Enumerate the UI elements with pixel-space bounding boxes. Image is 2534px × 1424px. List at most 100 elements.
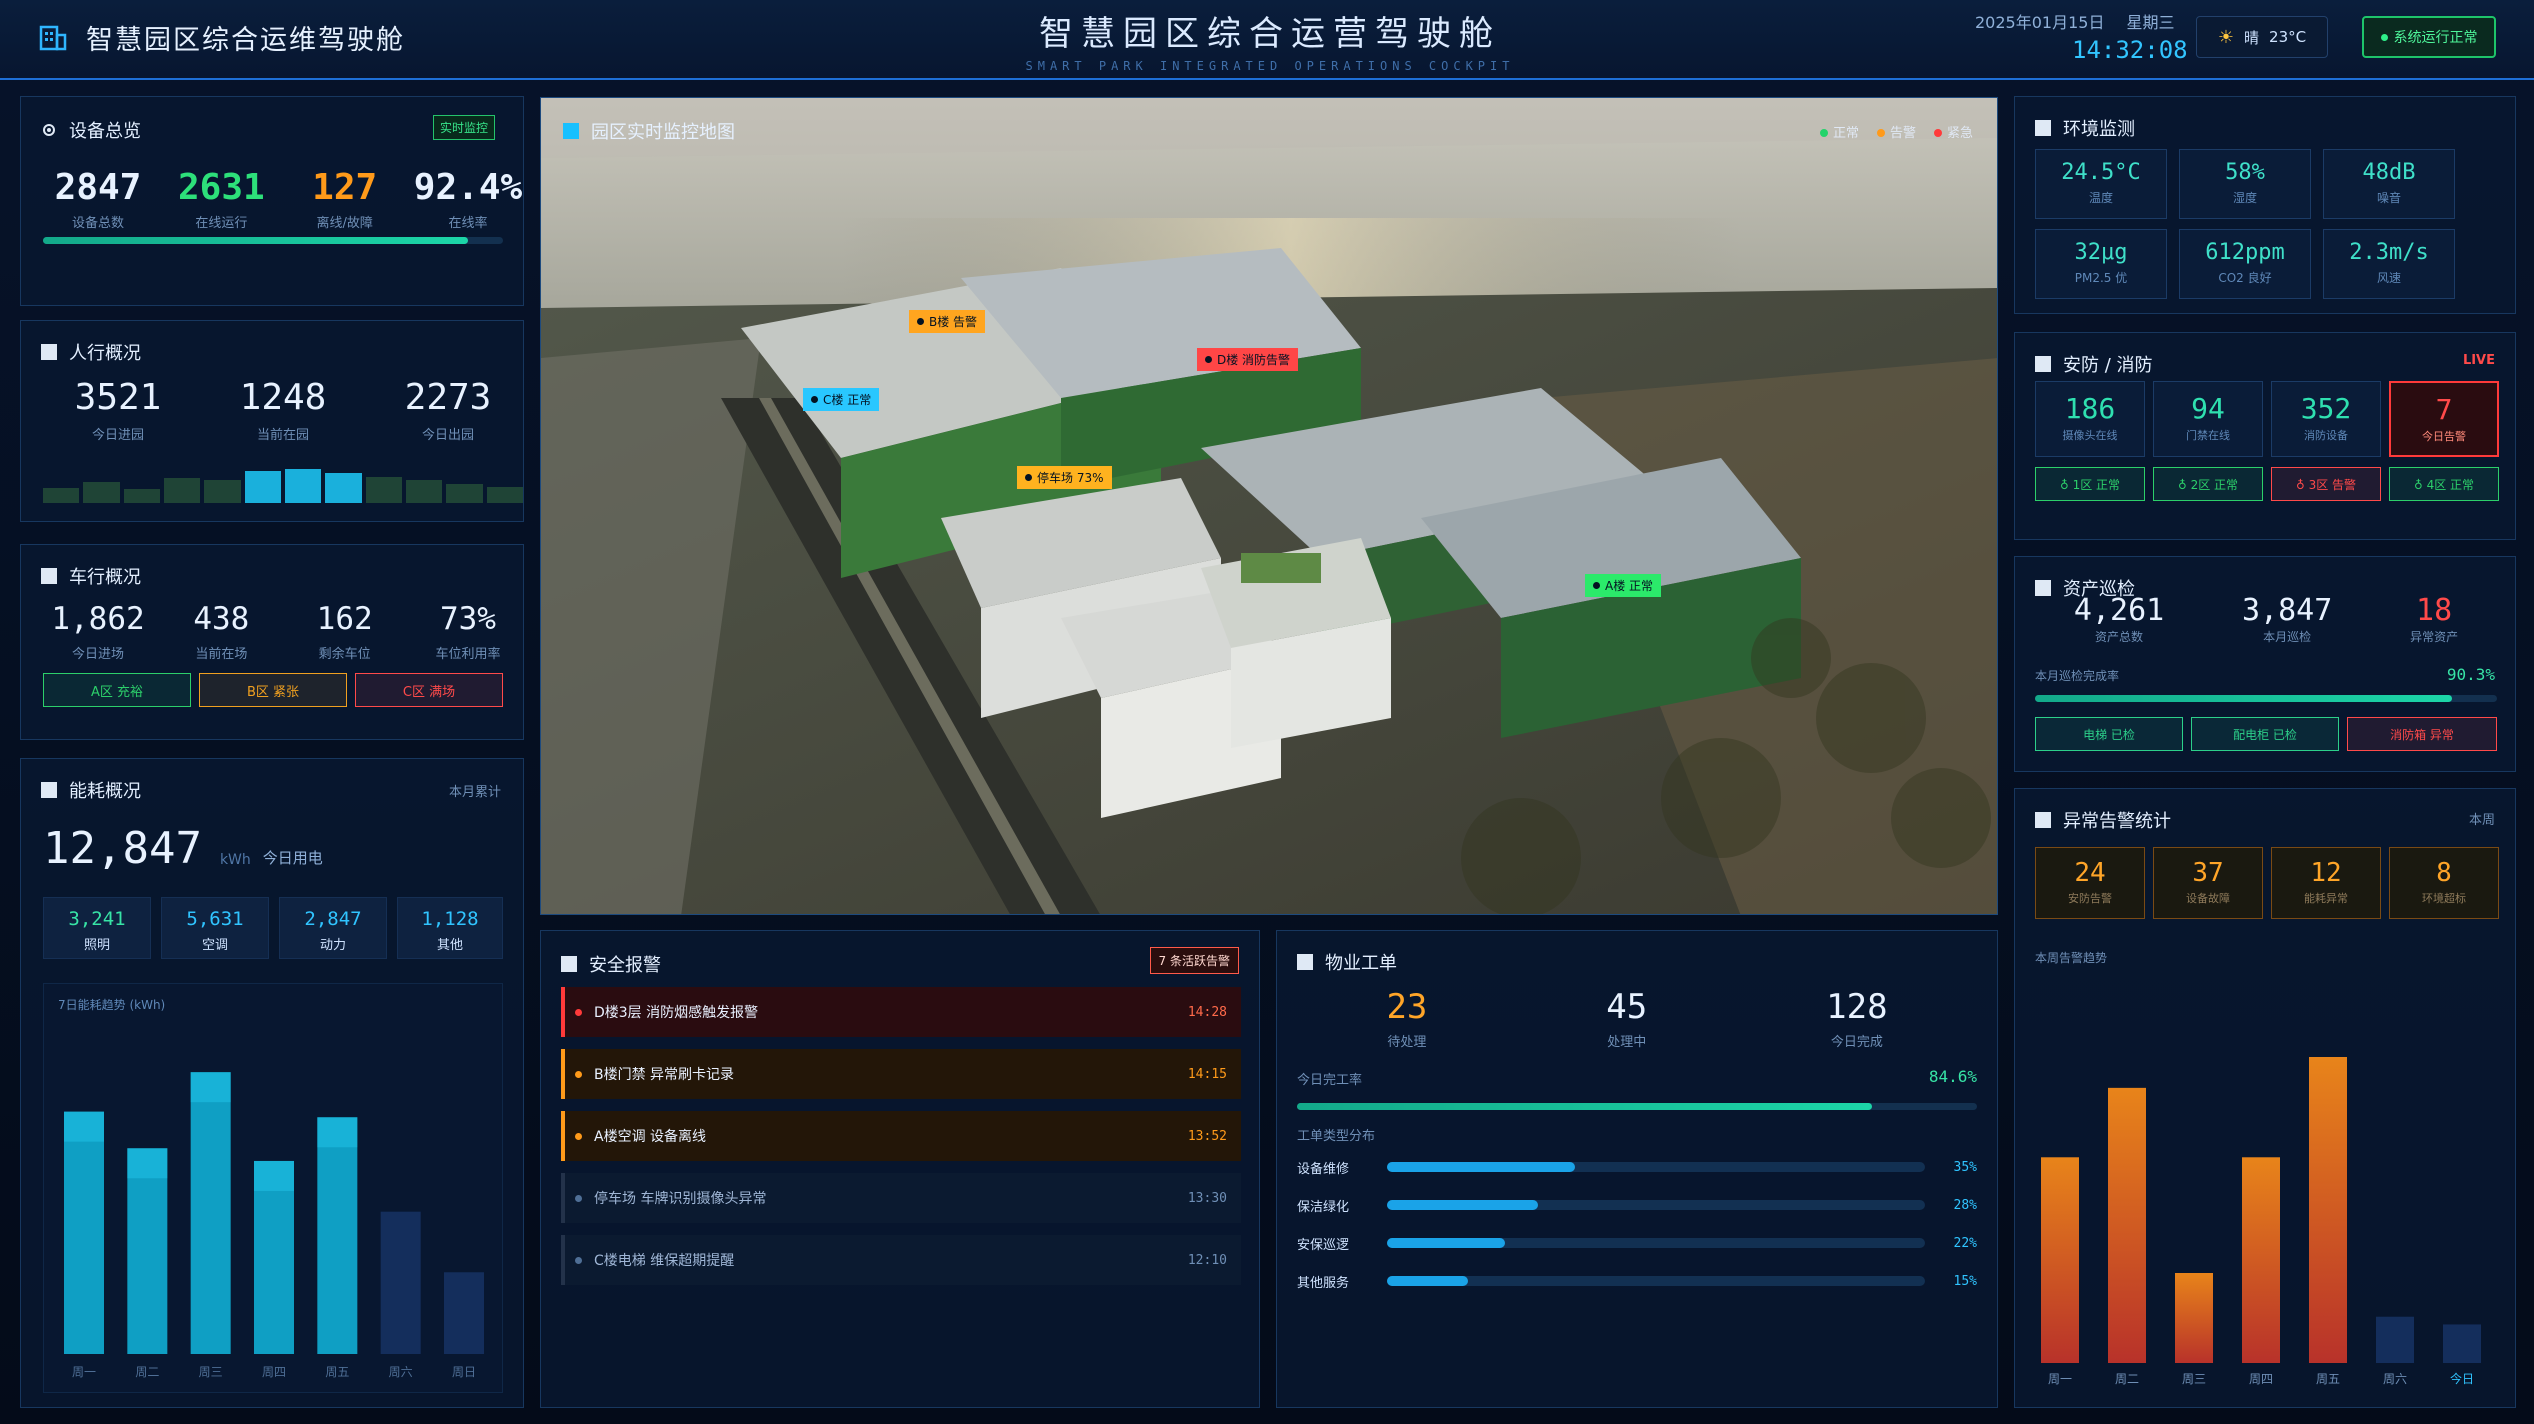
env-value: 24.5°C [2061, 160, 2141, 185]
env-value: 58% [2225, 160, 2265, 185]
anomaly-metric[interactable]: 37 设备故障 [2153, 847, 2263, 919]
header: 智慧园区综合运维驾驶舱 智慧园区综合运营驾驶舱 SMART PARK INTEG… [0, 0, 2534, 80]
stat-label: 在线率 [448, 216, 488, 231]
asset-tag-elevator[interactable]: 电梯 已检 [2035, 717, 2183, 751]
energy-x-label: 周三 [199, 1365, 223, 1379]
energy-value: 3,241 [68, 908, 126, 930]
people-trend-bar [244, 470, 281, 503]
people-trend-bar [43, 488, 80, 503]
alarm-text: C楼电梯 维保超期提醒 [594, 1253, 735, 1269]
active-alarm-badge[interactable]: 7 条活跃告警 [1149, 947, 1239, 974]
people-trend-bar [163, 478, 201, 503]
alarm-row[interactable]: B楼门禁 异常刷卡记录 14:15 [561, 1049, 1241, 1099]
energy-bar-highlight [190, 1072, 231, 1103]
stat-label: 今日进场 [71, 647, 124, 662]
device-rate: 92.4% 在线率 [413, 167, 523, 231]
wo-type-name: 保洁绿化 [1297, 1199, 1350, 1215]
asset-patrol: 3,847 本月巡检 [2242, 593, 2332, 645]
legend-dot-icon [1933, 129, 1942, 137]
alarm-row[interactable]: C楼电梯 维保超期提醒 12:10 [561, 1235, 1241, 1285]
alarm-level-bar [561, 1173, 565, 1223]
energy-value: 1,128 [421, 908, 479, 930]
wo-type-fill [1387, 1238, 1506, 1248]
asset-total: 4,261 资产总数 [2074, 593, 2164, 645]
alarm-row[interactable]: 停车场 车牌识别摄像头异常 13:30 [561, 1173, 1241, 1223]
wo-type-track [1387, 1276, 1925, 1286]
security-label: 摄像头在线 [2062, 429, 2118, 442]
alarm-row[interactable]: A楼空调 设备离线 13:52 [561, 1111, 1241, 1161]
anomaly-metric[interactable]: 8 环境超标 [2389, 847, 2499, 919]
energy-aircon: 5,631 空调 [161, 897, 269, 959]
square-icon [2035, 812, 2051, 828]
stat-label: 在线运行 [195, 216, 248, 231]
stat-value: 2631 [177, 167, 265, 208]
asset-stats: 4,261 资产总数 3,847 本月巡检 18 异常资产 [2035, 593, 2497, 645]
security-value: 94 [2191, 392, 2225, 425]
pin-dot-icon [1025, 474, 1032, 481]
security-metric[interactable]: 7 今日告警 [2389, 381, 2499, 457]
anomaly-value: 8 [2436, 858, 2452, 888]
stat-label: 处理中 [1607, 1035, 1647, 1050]
system-status-badge[interactable]: 系统运行正常 [2362, 16, 2496, 58]
anomaly-value: 37 [2192, 858, 2224, 888]
alarm-time: 13:52 [1187, 1128, 1227, 1144]
panel-title: 能耗概况 [69, 781, 141, 802]
stat-value: 73% [439, 601, 496, 637]
asset-rate-value: 90.3% [2446, 665, 2495, 684]
security-zone-button[interactable]: ♁ 1区 正常 [2035, 467, 2145, 501]
wo-type-name: 安保巡逻 [1297, 1237, 1350, 1253]
pin-building-a[interactable]: A楼 正常 [1585, 574, 1662, 597]
stat-value: 3,847 [2241, 593, 2333, 628]
pin-building-b[interactable]: B楼 告警 [909, 310, 986, 333]
people-trend-bar [123, 489, 160, 503]
anomaly-x-label: 周四 [2249, 1372, 2273, 1386]
stat-value: 438 [193, 601, 250, 637]
alarm-dot-icon [575, 1194, 582, 1202]
pin-parking[interactable]: 停车场 73% [1017, 466, 1112, 489]
anomaly-metric[interactable]: 24 安防告警 [2035, 847, 2145, 919]
security-metric[interactable]: 186 摄像头在线 [2035, 381, 2145, 457]
pin-building-d[interactable]: D楼 消防告警 [1197, 348, 1299, 371]
anomaly-bar [2108, 1087, 2146, 1363]
pin-building-c[interactable]: C楼 正常 [803, 388, 880, 411]
security-zone-button[interactable]: ♁ 3区 告警 [2271, 467, 2381, 501]
wo-type-title: 工单类型分布 [1297, 1129, 1376, 1144]
security-zone-button[interactable]: ♁ 4区 正常 [2389, 467, 2499, 501]
alarm-text: A楼空调 设备离线 [594, 1129, 707, 1145]
asset-tag-fire-box[interactable]: 消防箱 异常 [2347, 717, 2497, 751]
env-value: 32μg [2074, 240, 2128, 265]
pin-dot-icon [811, 396, 818, 403]
pin-label: 停车场 73% [1037, 471, 1104, 485]
stat-label: 异常资产 [2410, 630, 2459, 644]
asset-rate-fill [2035, 695, 2453, 702]
legend-normal: 正常 [1819, 122, 1859, 141]
online-rate-fill [43, 237, 469, 244]
online-rate-bar [43, 237, 503, 244]
stat-label: 当前在场 [195, 647, 248, 662]
env-label: 温度 [2088, 191, 2113, 205]
security-zone-button[interactable]: ♁ 2区 正常 [2153, 467, 2263, 501]
workorder-stats: 23 待处理 45 处理中 128 今日完成 [1297, 987, 1977, 1050]
zone-c-tag[interactable]: C区 满场 [355, 673, 503, 707]
map-title-text: 园区实时监控地图 [591, 122, 735, 143]
alarm-row[interactable]: D楼3层 消防烟感触发报警 14:28 [561, 987, 1241, 1037]
anomaly-metric[interactable]: 12 能耗异常 [2271, 847, 2381, 919]
people-panel: 人行概况 3521 今日进园 1248 当前在园 2273 今日出园 [20, 320, 524, 522]
status-dot-icon [2380, 33, 2388, 41]
energy-period: 本月累计 [448, 785, 501, 800]
security-metric[interactable]: 94 门禁在线 [2153, 381, 2263, 457]
device-online: 2631 在线运行 [166, 167, 276, 231]
energy-bar-chart: 周一 周二 周三 周四 周五 周六 周日 [64, 1072, 484, 1379]
header-brand: 智慧园区综合运维驾驶舱 [38, 18, 405, 57]
alarm-time: 13:30 [1187, 1190, 1227, 1206]
asset-tag-distribution[interactable]: 配电柜 已检 [2191, 717, 2339, 751]
zone-b-tag[interactable]: B区 紧张 [199, 673, 347, 707]
people-trend-bar [405, 480, 443, 503]
park-map[interactable]: 园区实时监控地图 正常 告警 紧急 B楼 告警 D楼 消防告警 C楼 正常 停车… [540, 97, 1998, 915]
stat-label: 资产总数 [2095, 630, 2144, 644]
security-metric[interactable]: 352 消防设备 [2271, 381, 2381, 457]
device-offline: 127 离线/故障 [290, 167, 400, 231]
security-title: 安防 / 消防 [2035, 351, 2153, 377]
energy-bar [64, 1111, 104, 1354]
zone-a-tag[interactable]: A区 充裕 [43, 673, 191, 707]
